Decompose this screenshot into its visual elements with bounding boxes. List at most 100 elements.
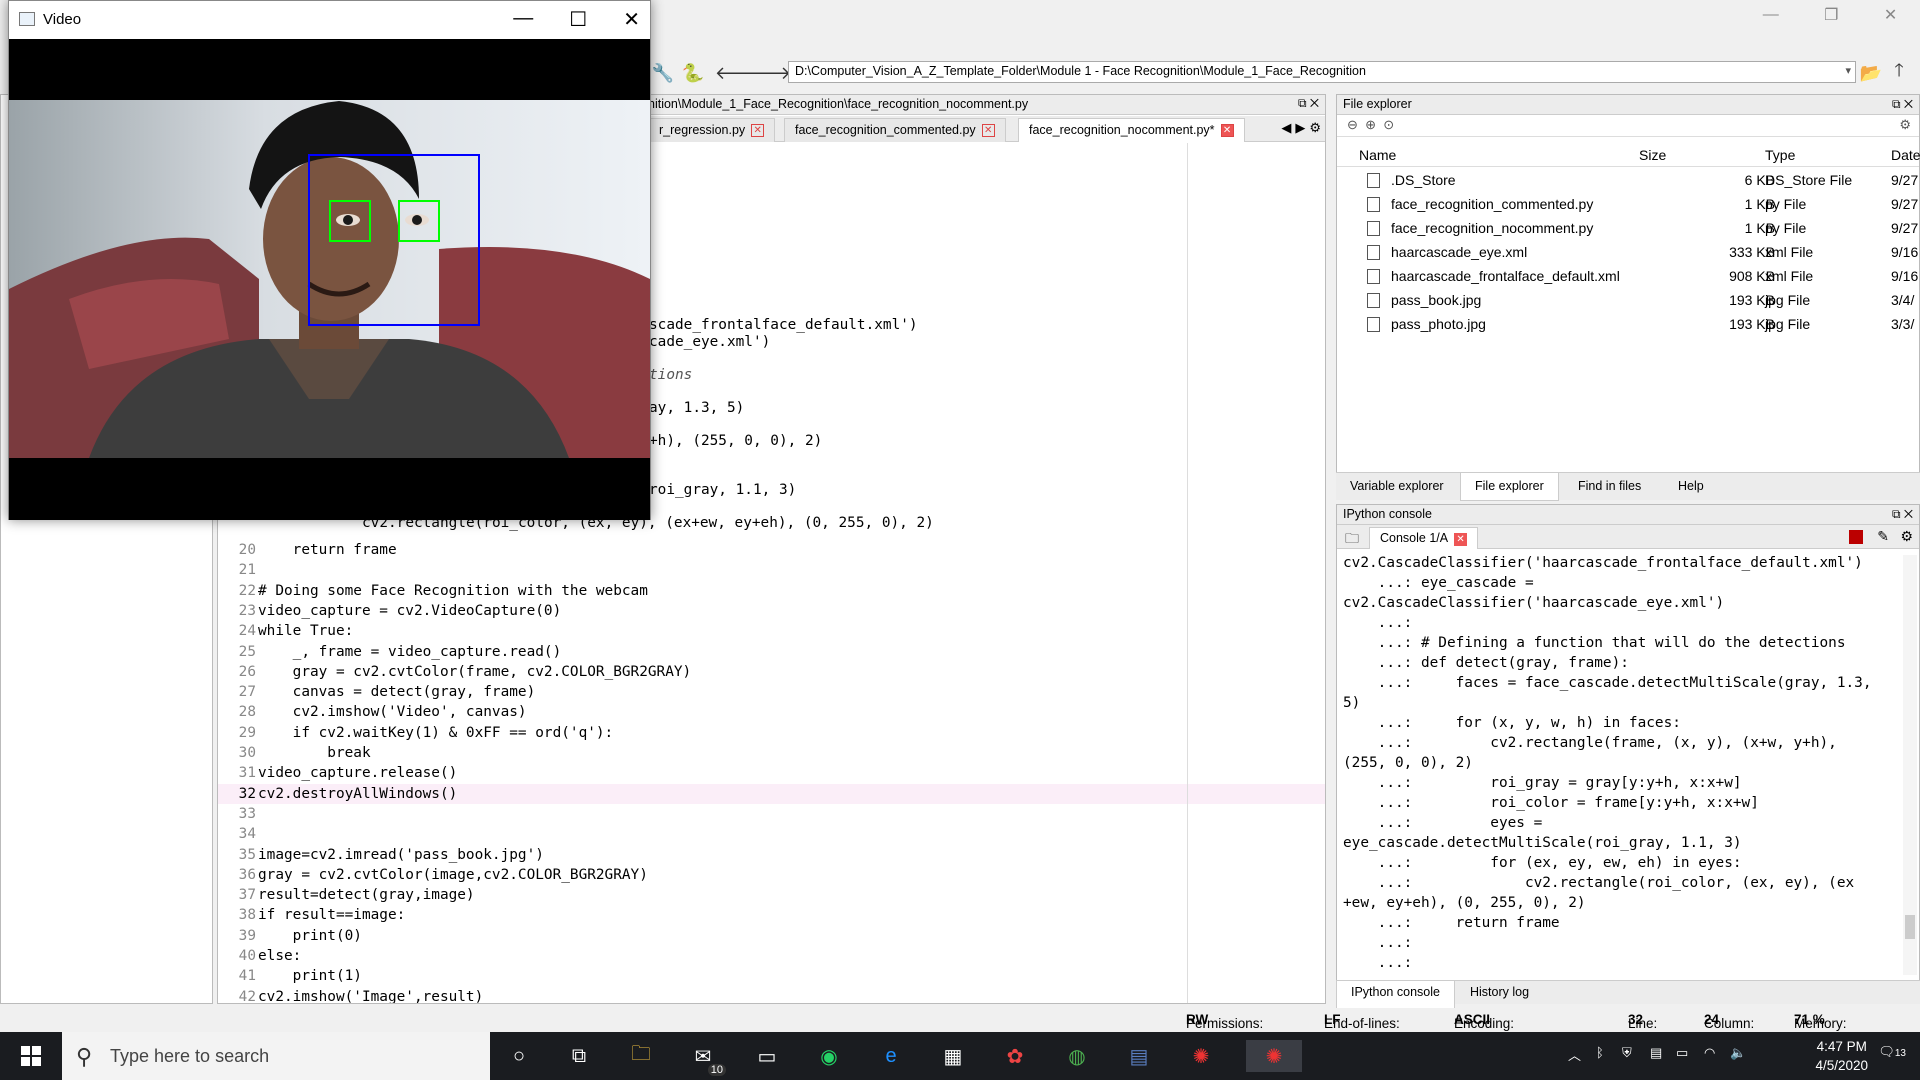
whatsapp-icon[interactable]: ◉ <box>812 1040 846 1072</box>
video-titlebar[interactable]: Video — ☐ ✕ <box>9 1 650 39</box>
code-fragment: roi_gray, 1.1, 3) <box>649 482 797 498</box>
column-type[interactable]: Type <box>1765 147 1795 163</box>
tab-regression[interactable]: r_regression.py ✕ <box>648 118 776 142</box>
tab-find-in-files[interactable]: Find in files <box>1564 473 1655 501</box>
cortana-icon[interactable]: ○ <box>502 1040 536 1072</box>
forward-icon[interactable]: ⊕ <box>1365 117 1376 132</box>
tab-help[interactable]: Help <box>1664 473 1718 501</box>
minimize-icon[interactable]: — <box>1763 6 1779 24</box>
edge-icon[interactable]: e <box>874 1040 908 1072</box>
close-icon[interactable]: ✕ <box>1884 5 1897 25</box>
file-row[interactable]: face_recognition_commented.py 1 KB py File… <box>1337 193 1919 217</box>
wifi-icon[interactable]: ◠ <box>1704 1045 1715 1061</box>
line-number: 37 <box>238 887 256 904</box>
chevron-right-icon[interactable]: ▶ <box>1295 120 1305 136</box>
eraser-icon[interactable]: ✎ <box>1877 528 1889 545</box>
line-text: cv2.imshow('Image',result) <box>258 988 484 1003</box>
tab-face-recognition-commented[interactable]: face_recognition_commented.py ✕ <box>784 118 1006 142</box>
file-date: 3/3/ <box>1891 316 1915 332</box>
pane-controls[interactable]: ⧉ ✕ <box>1892 97 1913 112</box>
up-arrow-icon[interactable]: 🡑 <box>1888 60 1910 84</box>
column-date[interactable]: Date <box>1891 147 1920 163</box>
close-icon[interactable]: ✕ <box>623 7 640 32</box>
taskbar-search[interactable]: ⚲ Type here to search <box>62 1032 490 1080</box>
windows-start-button[interactable] <box>0 1032 62 1080</box>
close-icon[interactable]: ✕ <box>1220 124 1234 138</box>
working-directory-value: D:\Computer_Vision_A_Z_Template_Folder\M… <box>795 64 1366 78</box>
video-window[interactable]: Video — ☐ ✕ <box>8 0 651 520</box>
forward-arrow-icon[interactable]: 🡒 <box>743 62 791 84</box>
code-line: 23 video_capture = cv2.VideoCapture(0) <box>218 601 1325 621</box>
minimize-icon[interactable]: — <box>513 7 533 32</box>
gear-icon[interactable]: ⚙ <box>1309 120 1321 136</box>
tab-variable-explorer[interactable]: Variable explorer <box>1336 473 1458 501</box>
pane-controls[interactable]: ⧉ ✕ <box>1298 96 1319 111</box>
parent-dir-icon[interactable]: ⊙ <box>1383 117 1394 132</box>
back-icon[interactable]: ⊖ <box>1347 117 1358 132</box>
column-name[interactable]: Name <box>1359 147 1396 163</box>
gear-icon[interactable]: ⚙ <box>1899 117 1911 133</box>
file-type: jpg File <box>1765 292 1811 308</box>
chevron-down-icon[interactable]: ▾ <box>1845 64 1851 77</box>
bluetooth-icon[interactable]: ᛒ <box>1596 1045 1604 1060</box>
devcpp-icon[interactable]: ▤ <box>1122 1040 1156 1072</box>
working-directory-input[interactable]: D:\Computer_Vision_A_Z_Template_Folder\M… <box>788 61 1856 83</box>
code-line: 27 canvas = detect(gray, frame) <box>218 682 1325 702</box>
store-icon[interactable]: ▦ <box>936 1040 970 1072</box>
chrome-icon[interactable]: ◍ <box>1060 1040 1094 1072</box>
tab-ipython-console[interactable]: IPython console <box>1336 981 1455 1009</box>
tab-history-log[interactable]: History log <box>1456 981 1543 1009</box>
chevron-left-icon[interactable]: ◀ <box>1281 120 1291 136</box>
file-row[interactable]: pass_book.jpg 193 KB jpg File 3/4/ <box>1337 289 1919 313</box>
security-icon[interactable]: ⛨ <box>1622 1045 1632 1061</box>
pane-controls[interactable]: ⧉ ✕ <box>1892 507 1913 522</box>
chevron-up-icon[interactable]: ︿ <box>1568 1045 1581 1064</box>
code-line: 34 <box>218 824 1325 844</box>
label: Encoding: <box>1454 1016 1515 1031</box>
spyder-icon[interactable]: ✺ <box>1184 1040 1218 1072</box>
console-line: ...: for (ex, ey, ew, eh) in eyes: <box>1343 855 1742 871</box>
file-explorer-nav: ⊖ ⊕ ⊙ ⚙ <box>1337 115 1919 137</box>
notification-icon[interactable]: 🗨13 <box>1878 1044 1906 1060</box>
paint-icon[interactable]: ✿ <box>998 1040 1032 1072</box>
folder-open-icon[interactable]: 📂 <box>1860 62 1882 84</box>
maximize-icon[interactable]: ☐ <box>569 7 587 32</box>
notification-count: 13 <box>1894 1048 1906 1059</box>
folder-icon[interactable]: 🗀 <box>1345 528 1359 552</box>
tab-console-1a[interactable]: Console 1/A ✕ <box>1369 527 1479 549</box>
ipython-console-pane: IPython console ⧉ ✕ 🗀 Console 1/A ✕ ✎ ⚙ c… <box>1336 504 1920 1004</box>
file-row[interactable]: face_recognition_nocomment.py 1 KB py File… <box>1337 217 1919 241</box>
volume-icon[interactable]: 🔈 <box>1730 1045 1746 1061</box>
close-icon[interactable]: ✕ <box>981 124 995 138</box>
file-row[interactable]: pass_photo.jpg 193 KB jpg File 3/3/ <box>1337 313 1919 337</box>
file-icon <box>1367 221 1380 236</box>
wrench-icon[interactable]: 🔧 <box>652 62 674 84</box>
tab-face-recognition-nocomment[interactable]: face_recognition_nocomment.py* ✕ <box>1018 118 1245 142</box>
restore-icon[interactable]: ❐ <box>1824 5 1838 25</box>
spyder-active-icon[interactable]: ✺ <box>1246 1040 1302 1072</box>
file-row[interactable]: .DS_Store 6 KB DS_Store File 9/27 <box>1337 169 1919 193</box>
line-number: 32 <box>238 785 256 802</box>
code-line: 20 return frame <box>218 540 1325 560</box>
console-line: (255, 0, 0), 2) <box>1343 755 1473 771</box>
mail-icon[interactable]: ✉ 10 <box>686 1040 726 1076</box>
task-view-icon[interactable]: ⧉ <box>562 1040 596 1072</box>
close-icon[interactable]: ✕ <box>1454 533 1468 546</box>
clock[interactable]: 4:47 PM 4/5/2020 <box>1815 1037 1868 1075</box>
file-row[interactable]: haarcascade_frontalface_default.xml 908 K… <box>1337 265 1919 289</box>
gear-icon[interactable]: ⚙ <box>1900 528 1913 545</box>
label: Memory: <box>1794 1016 1847 1031</box>
tab-file-explorer[interactable]: File explorer <box>1460 473 1559 501</box>
close-icon[interactable]: ✕ <box>751 124 765 138</box>
photos-icon[interactable]: ▭ <box>750 1040 784 1072</box>
battery-icon[interactable]: ▭ <box>1676 1045 1688 1061</box>
file-explorer-icon[interactable]: 🗀 <box>624 1040 658 1072</box>
vertical-scrollbar[interactable] <box>1903 555 1917 975</box>
line-text: video_capture.release() <box>258 765 458 782</box>
scrollbar-thumb[interactable] <box>1905 915 1915 939</box>
stop-icon[interactable] <box>1849 530 1863 544</box>
python-icon[interactable]: 🐍 <box>682 62 704 84</box>
column-size[interactable]: Size <box>1639 147 1666 163</box>
keyboard-icon[interactable]: ▤ <box>1650 1045 1662 1061</box>
file-row[interactable]: haarcascade_eye.xml 333 KB xml File 9/16 <box>1337 241 1919 265</box>
